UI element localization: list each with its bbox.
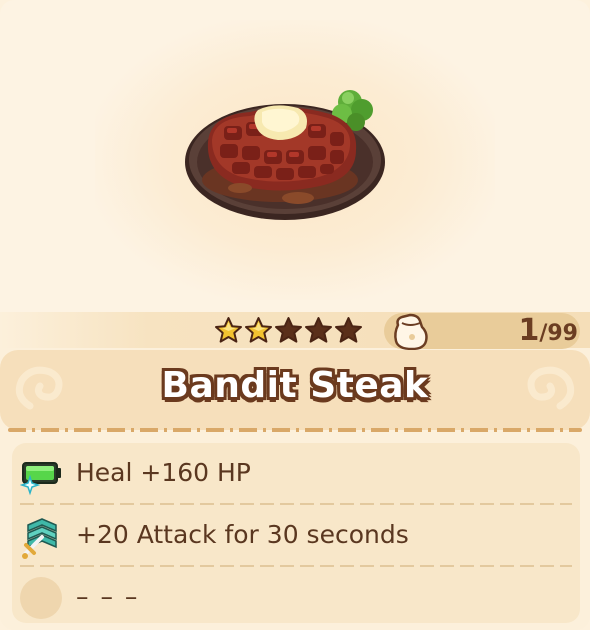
empty-slot-icon	[20, 577, 62, 619]
star-empty-icon	[335, 317, 362, 343]
star-filled-icon	[245, 317, 272, 343]
rarity-stars	[214, 316, 363, 344]
row-divider	[20, 565, 572, 567]
star-empty-icon	[275, 317, 302, 343]
row-divider	[20, 503, 572, 505]
item-image-area	[0, 0, 590, 312]
item-name: Bandit Steak	[161, 365, 429, 406]
count-current: 1	[518, 313, 540, 348]
item-count: 1/99	[468, 314, 578, 348]
item-bag-icon	[388, 311, 432, 351]
attack-sword-chevron-icon	[20, 515, 62, 559]
star-filled-icon	[215, 317, 242, 343]
effect-label: – – –	[76, 582, 140, 611]
steak-with-butter-icon	[180, 80, 395, 230]
battery-heal-icon	[19, 453, 62, 496]
effect-row-attack: +20 Attack for 30 seconds	[12, 507, 580, 563]
count-max: /99	[539, 321, 578, 346]
star-empty-icon	[305, 317, 332, 343]
effects-panel: Heal +160 HP +20 Attack for 30 seconds –…	[12, 443, 580, 623]
item-detail-card: 1/99 Bandit Steak Heal +160 HP +20 Attac…	[0, 0, 590, 630]
title-divider	[8, 428, 582, 432]
effect-row-heal: Heal +160 HP	[12, 445, 580, 501]
effect-label: Heal +160 HP	[76, 458, 251, 487]
effect-row-empty: – – –	[12, 569, 580, 625]
effect-label: +20 Attack for 30 seconds	[76, 520, 409, 549]
